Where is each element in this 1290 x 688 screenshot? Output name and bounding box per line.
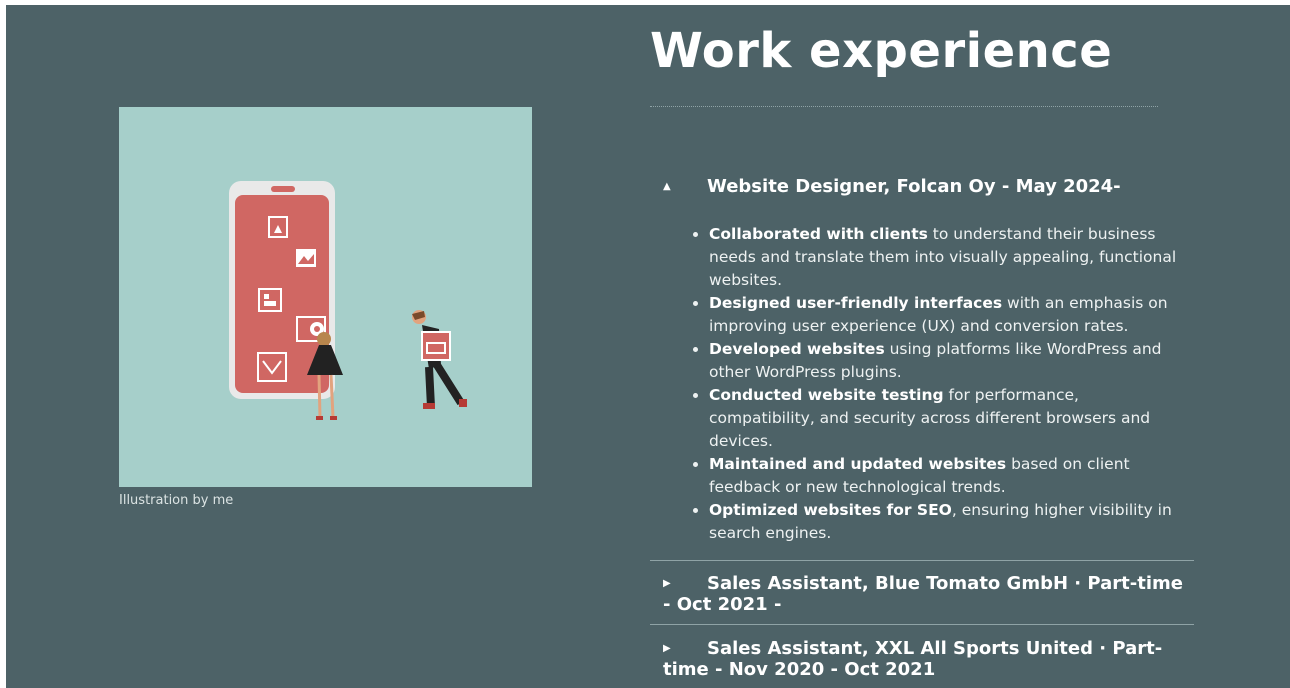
list-item: Designed user-friendly interfaces with a… [709,292,1189,338]
job-duties-list: Collaborated with clients to understand … [692,223,1189,545]
accordion-divider [650,624,1194,625]
job-toggle-folcan[interactable]: ▲ Website Designer, Folcan Oy - May 2024- [663,176,1183,197]
section-title: Work experience [650,23,1113,79]
image-caption: Illustration by me [119,493,234,508]
caret-right-icon: ▶ [663,643,671,654]
job-heading: Sales Assistant, Blue Tomato GmbH · Part… [663,573,1183,615]
job-heading: Sales Assistant, XXL All Sports United ·… [663,638,1163,680]
list-item: Collaborated with clients to understand … [709,223,1189,292]
list-item: Optimized websites for SEO, ensuring hig… [709,499,1189,545]
job-toggle-xxl[interactable]: ▶ Sales Assistant, XXL All Sports United … [663,638,1183,680]
caret-up-icon: ▲ [663,181,671,192]
list-item: Conducted website testing for performanc… [709,384,1189,453]
accordion-divider [650,560,1194,561]
illustration-image [119,107,532,487]
caret-right-icon: ▶ [663,578,671,589]
man-figure [412,310,467,409]
job-heading: Website Designer, Folcan Oy - May 2024- [707,176,1121,197]
job-toggle-blue-tomato[interactable]: ▶ Sales Assistant, Blue Tomato GmbH · Par… [663,573,1183,615]
page: Illustration by me Work experience ▲ Webs… [6,5,1290,688]
list-item: Developed websites using platforms like … [709,338,1189,384]
title-divider [650,106,1158,107]
list-item: Maintained and updated websites based on… [709,453,1189,499]
